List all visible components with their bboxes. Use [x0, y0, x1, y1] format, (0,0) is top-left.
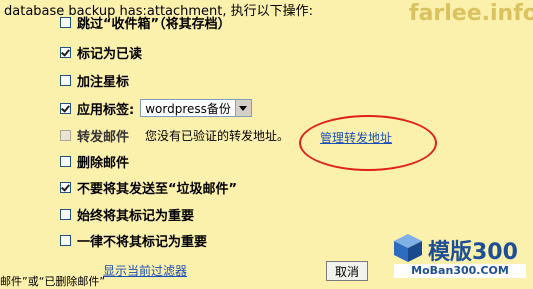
- show-current-filter-link[interactable]: 显示当前过滤器: [103, 262, 187, 279]
- cube-logo-icon: [394, 234, 422, 262]
- apply-label-checkbox[interactable]: [60, 102, 71, 114]
- mark-read-checkbox[interactable]: [60, 46, 71, 58]
- logo-subtitle: MoBan300.COM: [394, 264, 526, 278]
- cancel-button[interactable]: 取消: [326, 261, 368, 281]
- never-important-checkbox[interactable]: [60, 234, 71, 246]
- manage-forwarding-link[interactable]: 管理转发地址: [320, 129, 392, 146]
- always-important-checkbox[interactable]: [60, 208, 71, 220]
- label-select[interactable]: wordpress备份: [140, 99, 252, 117]
- action-never-spam[interactable]: 不要将其发送至“垃圾邮件”: [60, 177, 237, 197]
- star-checkbox[interactable]: [60, 74, 71, 86]
- delete-label: 删除邮件: [77, 155, 130, 171]
- action-never-important[interactable]: 一律不将其标记为重要: [60, 230, 207, 250]
- never-spam-checkbox[interactable]: [60, 181, 71, 193]
- chevron-down-icon[interactable]: [234, 100, 251, 116]
- action-skip-inbox[interactable]: 跳过“收件箱”（将其存档）: [60, 12, 231, 32]
- forward-checkbox: [60, 129, 71, 141]
- action-always-important[interactable]: 始终将其标记为重要: [60, 204, 194, 224]
- never-spam-label: 不要将其发送至“垃圾邮件”: [77, 181, 238, 197]
- skip-inbox-label: 跳过“收件箱”（将其存档）: [77, 16, 231, 32]
- action-star[interactable]: 加注星标: [60, 70, 129, 90]
- action-delete[interactable]: 删除邮件: [60, 151, 129, 171]
- action-mark-read[interactable]: 标记为已读: [60, 42, 142, 62]
- label-select-value: wordpress备份: [145, 101, 231, 116]
- site-logo: 模版300 MoBan300.COM: [382, 228, 533, 286]
- never-important-label: 一律不将其标记为重要: [77, 234, 208, 250]
- truncated-text: 邮件”或“已删除邮件”: [0, 275, 106, 288]
- star-label: 加注星标: [77, 74, 130, 90]
- action-apply-label[interactable]: 应用标签: wordpress备份: [60, 98, 252, 118]
- skip-inbox-checkbox[interactable]: [60, 16, 71, 28]
- logo-title: 模版300: [428, 240, 518, 265]
- apply-label-label: 应用标签:: [77, 102, 135, 118]
- site-watermark: farlee.info: [409, 1, 533, 26]
- mark-read-label: 标记为已读: [77, 46, 143, 62]
- forward-label: 转发邮件: [77, 129, 130, 145]
- action-forward: 转发邮件 您没有已验证的转发地址。: [60, 125, 289, 145]
- forward-note: 您没有已验证的转发地址。: [145, 128, 290, 143]
- delete-checkbox[interactable]: [60, 155, 71, 167]
- always-important-label: 始终将其标记为重要: [77, 208, 195, 224]
